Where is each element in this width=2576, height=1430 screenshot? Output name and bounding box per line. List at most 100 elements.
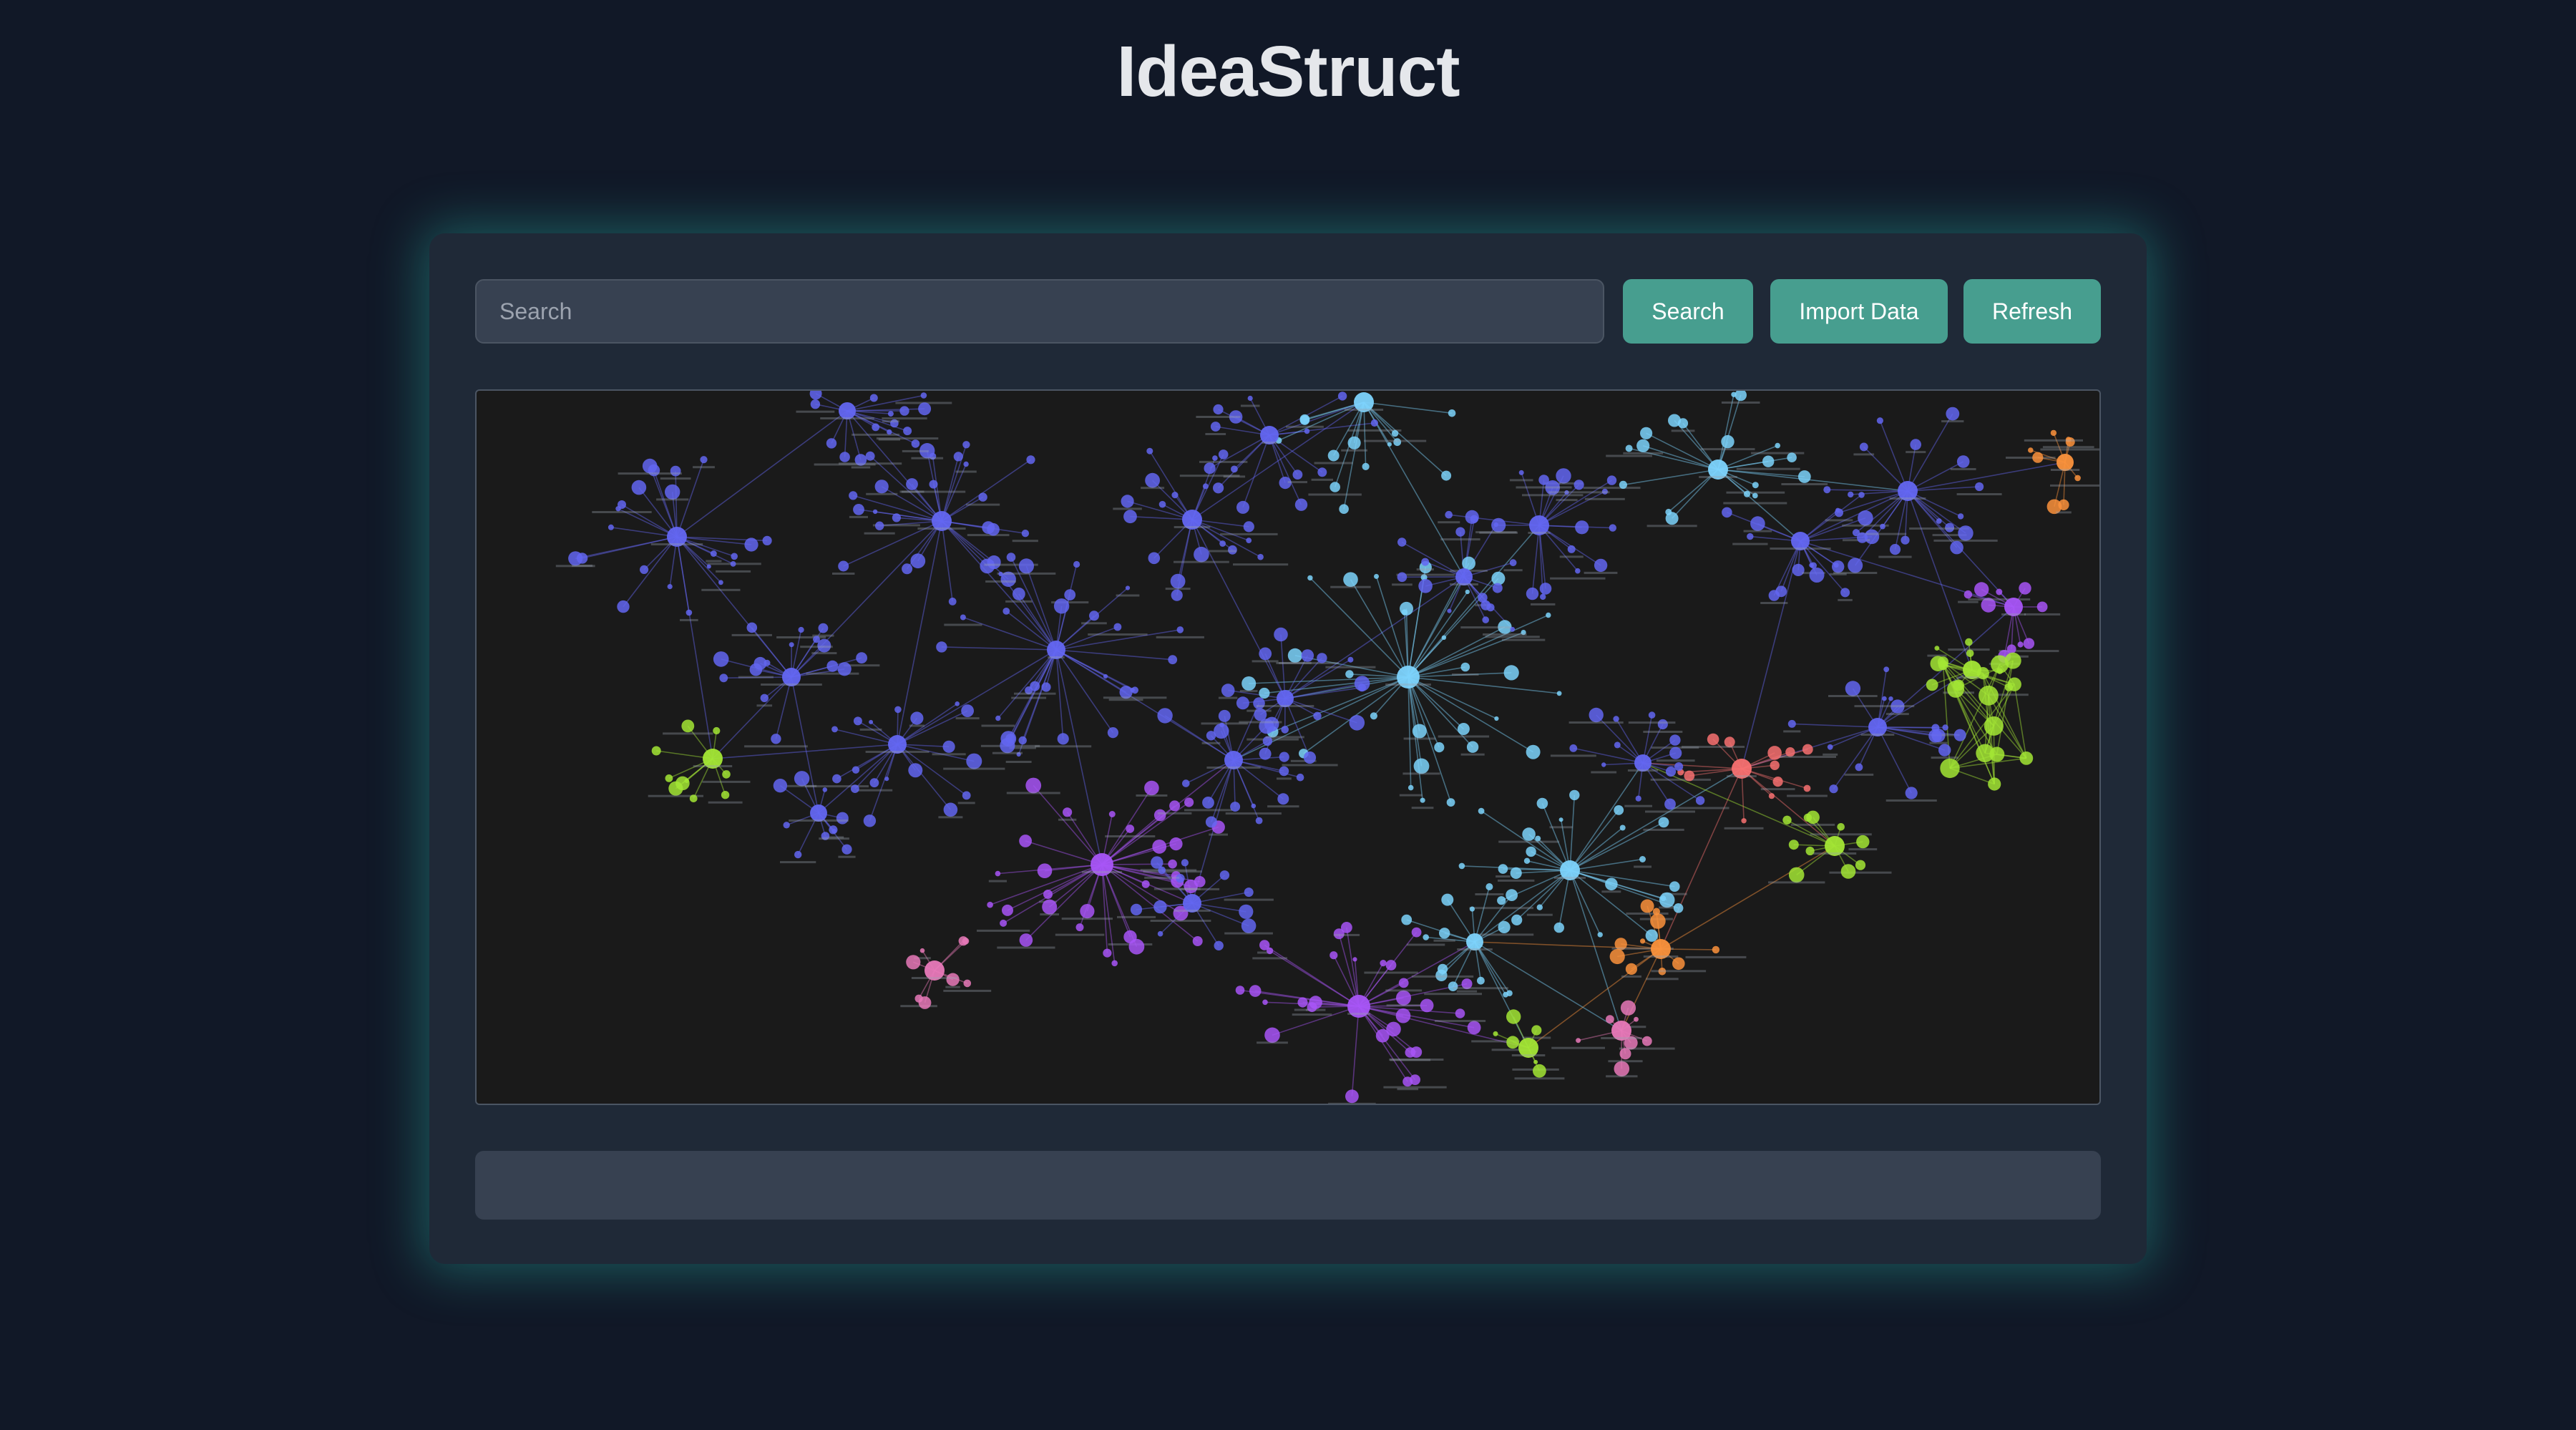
graph-node[interactable] xyxy=(686,609,693,616)
graph-node[interactable] xyxy=(1538,475,1549,485)
graph-node[interactable] xyxy=(617,600,630,613)
graph-node[interactable] xyxy=(1669,881,1680,892)
graph-node[interactable] xyxy=(1412,724,1427,739)
graph-node[interactable] xyxy=(1477,976,1485,985)
graph-node[interactable] xyxy=(746,622,758,633)
graph-node[interactable] xyxy=(1299,415,1310,425)
graph-node[interactable] xyxy=(1418,579,1433,593)
graph-node[interactable] xyxy=(1219,870,1230,880)
graph-node[interactable] xyxy=(1531,1025,1542,1036)
graph-node[interactable] xyxy=(2028,447,2034,453)
graph-hub-node[interactable] xyxy=(810,804,827,822)
graph-node[interactable] xyxy=(1707,733,1719,746)
graph-node[interactable] xyxy=(721,791,730,799)
graph-node[interactable] xyxy=(1277,793,1289,805)
graph-node[interactable] xyxy=(1297,997,1308,1008)
graph-node[interactable] xyxy=(1976,667,1989,680)
graph-node[interactable] xyxy=(853,716,862,726)
graph-node[interactable] xyxy=(899,406,909,416)
graph-node[interactable] xyxy=(1823,486,1831,494)
refresh-button[interactable]: Refresh xyxy=(1963,279,2101,344)
graph-node[interactable] xyxy=(1401,609,1408,616)
graph-node[interactable] xyxy=(1672,957,1685,971)
graph-node[interactable] xyxy=(1840,864,1856,879)
graph-node[interactable] xyxy=(1030,681,1040,691)
graph-node[interactable] xyxy=(1856,835,1870,849)
graph-node[interactable] xyxy=(1650,913,1666,929)
graph-node[interactable] xyxy=(1597,932,1603,938)
graph-node[interactable] xyxy=(1809,568,1825,583)
graph-node[interactable] xyxy=(1214,723,1229,739)
graph-node[interactable] xyxy=(955,701,960,706)
graph-node[interactable] xyxy=(863,814,877,827)
graph-node[interactable] xyxy=(1569,744,1578,752)
graph-node[interactable] xyxy=(1089,611,1099,621)
graph-node[interactable] xyxy=(1684,770,1695,782)
graph-node[interactable] xyxy=(1148,552,1161,565)
graph-node[interactable] xyxy=(1420,998,1434,1013)
graph-node[interactable] xyxy=(1168,859,1177,869)
graph-node[interactable] xyxy=(1243,521,1254,532)
graph-node[interactable] xyxy=(1797,470,1811,483)
graph-node[interactable] xyxy=(1465,589,1470,595)
graph-node[interactable] xyxy=(1782,815,1792,825)
graph-node[interactable] xyxy=(1506,1036,1519,1049)
graph-node[interactable] xyxy=(837,662,852,676)
graph-node[interactable] xyxy=(1963,590,1973,599)
graph-node[interactable] xyxy=(869,394,878,402)
graph-node[interactable] xyxy=(700,456,708,464)
graph-node[interactable] xyxy=(1146,447,1153,454)
graph-node[interactable] xyxy=(1407,784,1414,791)
graph-node[interactable] xyxy=(1665,766,1677,777)
graph-node[interactable] xyxy=(1979,685,1999,706)
graph-node[interactable] xyxy=(760,694,769,702)
graph-node[interactable] xyxy=(762,535,772,545)
graph-node[interactable] xyxy=(1019,835,1032,847)
graph-node[interactable] xyxy=(839,452,850,462)
graph-node[interactable] xyxy=(1231,465,1238,473)
graph-node[interactable] xyxy=(1792,563,1805,576)
graph-node[interactable] xyxy=(1575,568,1581,574)
graph-node[interactable] xyxy=(1080,904,1095,919)
graph-node[interactable] xyxy=(1171,492,1179,499)
graph-node[interactable] xyxy=(1000,731,1017,746)
graph-node[interactable] xyxy=(911,439,920,448)
graph-node[interactable] xyxy=(948,598,957,605)
graph-node[interactable] xyxy=(1313,711,1322,720)
graph-node[interactable] xyxy=(1974,582,1989,597)
graph-hub-node[interactable] xyxy=(1634,754,1652,772)
graph-node[interactable] xyxy=(1957,513,1964,520)
graph-node[interactable] xyxy=(642,458,658,474)
graph-node[interactable] xyxy=(1605,877,1618,891)
graph-node[interactable] xyxy=(1511,914,1523,925)
graph-node[interactable] xyxy=(667,584,673,590)
graph-node[interactable] xyxy=(1539,583,1552,595)
graph-node[interactable] xyxy=(1330,482,1340,492)
graph-node[interactable] xyxy=(1192,936,1203,946)
graph-node[interactable] xyxy=(1768,793,1775,799)
graph-node[interactable] xyxy=(1341,922,1352,933)
graph-node[interactable] xyxy=(1448,409,1456,417)
graph-node[interactable] xyxy=(689,794,698,802)
graph-node[interactable] xyxy=(1506,1009,1521,1024)
graph-node[interactable] xyxy=(1482,616,1489,623)
graph-node[interactable] xyxy=(1835,508,1843,517)
graph-node[interactable] xyxy=(1064,589,1076,600)
graph-node[interactable] xyxy=(1648,711,1656,719)
graph-node[interactable] xyxy=(1228,545,1237,555)
graph-hub-node[interactable] xyxy=(839,402,856,419)
graph-node[interactable] xyxy=(1938,744,1951,757)
graph-node[interactable] xyxy=(1837,823,1845,831)
graph-node[interactable] xyxy=(730,561,736,567)
graph-node[interactable] xyxy=(1889,544,1901,555)
graph-node[interactable] xyxy=(1480,600,1491,611)
graph-node[interactable] xyxy=(1327,449,1340,462)
graph-node[interactable] xyxy=(1614,805,1624,815)
graph-node[interactable] xyxy=(1829,784,1838,794)
graph-node[interactable] xyxy=(1589,707,1604,723)
graph-node[interactable] xyxy=(962,441,970,449)
graph-node[interactable] xyxy=(1126,825,1135,833)
graph-node[interactable] xyxy=(1625,963,1637,975)
graph-node[interactable] xyxy=(1123,510,1137,524)
graph-node[interactable] xyxy=(1827,744,1833,750)
